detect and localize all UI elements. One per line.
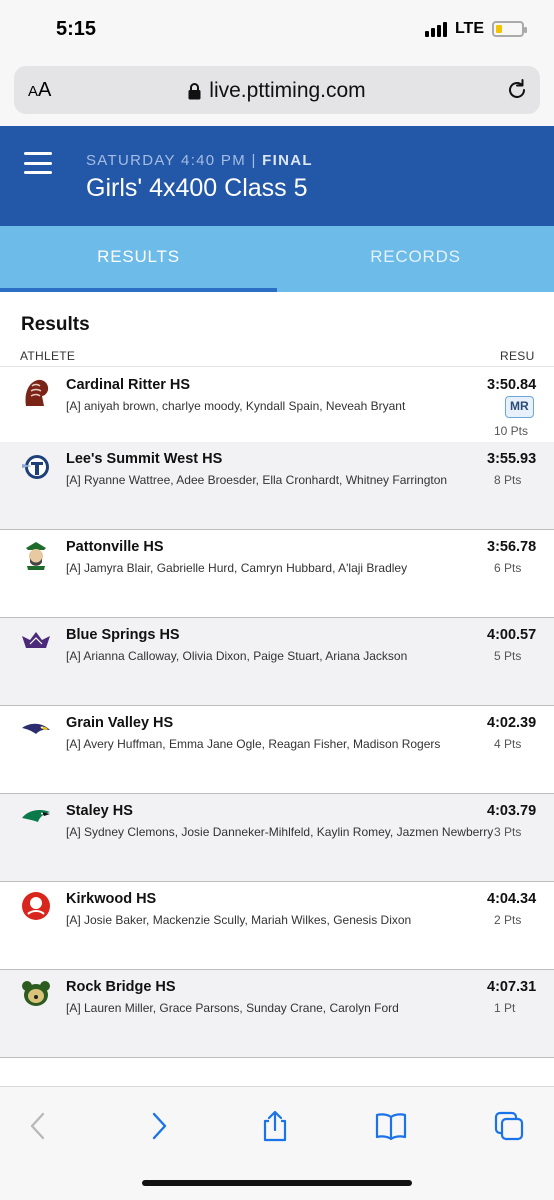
team-name: Lee's Summit West HS [66,451,223,467]
athlete-list: [A] Avery Huffman, Emma Jane Ogle, Reaga… [66,737,441,751]
titan-logo-icon [22,455,49,479]
battery-icon [492,21,527,37]
result-time: 3:55.93 [487,451,537,467]
athlete-list: [A] Lauren Miller, Grace Parsons, Sunday… [66,1001,399,1015]
reload-icon[interactable] [504,77,530,103]
points: 10 Pts [494,424,529,438]
event-header: SATURDAY 4:40 PM | FINAL Girls' 4x400 Cl… [0,126,554,226]
result-row[interactable]: Grain Valley HS [A] Avery Huffman, Emma … [0,706,554,794]
result-time: 4:02.39 [487,715,537,731]
back-icon[interactable] [22,1109,56,1143]
athlete-list: [A] Jamyra Blair, Gabrielle Hurd, Camryn… [66,561,408,575]
athlete-list: [A] Josie Baker, Mackenzie Scully, Maria… [66,913,412,927]
points: 2 Pts [494,913,522,927]
points: 1 Pt [494,1001,516,1015]
result-time: 3:56.78 [487,539,537,555]
wildcat-logo-icon [22,632,50,648]
eagle-logo-icon [22,723,50,734]
status-indicators: LTE [424,20,527,38]
result-time: 3:50.84 [487,377,537,393]
divider [0,366,554,367]
result-time: 4:03.79 [487,803,537,819]
result-time: 4:07.31 [487,979,537,995]
url-text: live.pttiming.com [209,79,366,102]
browser-bar: AA live.pttiming.com [0,60,554,126]
result-time: 4:00.57 [487,627,537,643]
athlete-list: [A] Ryanne Wattree, Adee Broesder, Ella … [66,473,448,487]
result-row[interactable]: Kirkwood HS [A] Josie Baker, Mackenzie S… [0,882,554,970]
team-name: Blue Springs HS [66,627,180,643]
address-bar[interactable]: AA live.pttiming.com [14,66,540,114]
event-title: Girls' 4x400 Class 5 [86,174,308,202]
pirate-logo-icon [26,542,46,570]
result-row[interactable]: Blue Springs HS [A] Arianna Calloway, Ol… [0,618,554,706]
results-heading: Results [21,314,90,335]
tab-results[interactable]: RESULTS [0,226,277,292]
status-bar: 5:15 LTE [0,0,554,60]
event-meta: SATURDAY 4:40 PM | FINAL [86,152,313,169]
hamburger-menu-icon[interactable] [24,152,52,174]
network-type: LTE [454,20,484,37]
tabs-icon[interactable] [492,1109,526,1143]
tab-bar: RESULTS RECORDS [0,226,554,292]
result-time: 4:04.34 [487,891,537,907]
url-display[interactable]: live.pttiming.com [14,79,540,103]
team-name: Staley HS [66,803,133,819]
points: 8 Pts [494,473,522,487]
athlete-list: [A] Arianna Calloway, Olivia Dixon, Paig… [66,649,408,663]
lion-logo-icon [25,379,49,406]
forward-icon[interactable] [142,1109,176,1143]
result-row[interactable]: Rock Bridge HS [A] Lauren Miller, Grace … [0,970,554,1058]
points: 5 Pts [494,649,522,663]
column-header-result[interactable]: RESULT [500,349,534,363]
result-row[interactable]: Lee's Summit West HS [A] Ryanne Wattree,… [0,442,554,530]
team-name: Cardinal Ritter HS [66,377,191,393]
status-time: 5:15 [56,18,97,40]
athlete-list: [A] aniyah brown, charlye moody, Kyndall… [66,399,406,413]
bookmarks-icon[interactable] [374,1109,408,1143]
team-name: Kirkwood HS [66,891,157,907]
lock-icon [188,82,201,99]
result-row[interactable]: Pattonville HS [A] Jamyra Blair, Gabriel… [0,530,554,618]
team-name: Pattonville HS [66,539,164,555]
share-icon[interactable] [258,1109,292,1143]
signal-icon [424,21,447,37]
points: 6 Pts [494,561,522,575]
points: 4 Pts [494,737,522,751]
event-state: FINAL [262,152,313,169]
tab-records[interactable]: RECORDS [277,226,554,292]
falcon-logo-icon [22,810,50,822]
home-indicator [142,1180,412,1186]
meet-record-badge: MR [505,396,534,418]
pioneer-logo-icon [22,892,50,920]
points: 3 Pts [494,825,522,839]
team-name: Grain Valley HS [66,715,174,731]
team-name: Rock Bridge HS [66,979,176,995]
bruin-logo-icon [22,981,50,1006]
athlete-list: [A] Sydney Clemons, Josie Danneker-Mihlf… [66,825,494,839]
column-header-athlete[interactable]: ATHLETE [20,349,75,363]
result-row[interactable]: Staley HS [A] Sydney Clemons, Josie Dann… [0,794,554,882]
